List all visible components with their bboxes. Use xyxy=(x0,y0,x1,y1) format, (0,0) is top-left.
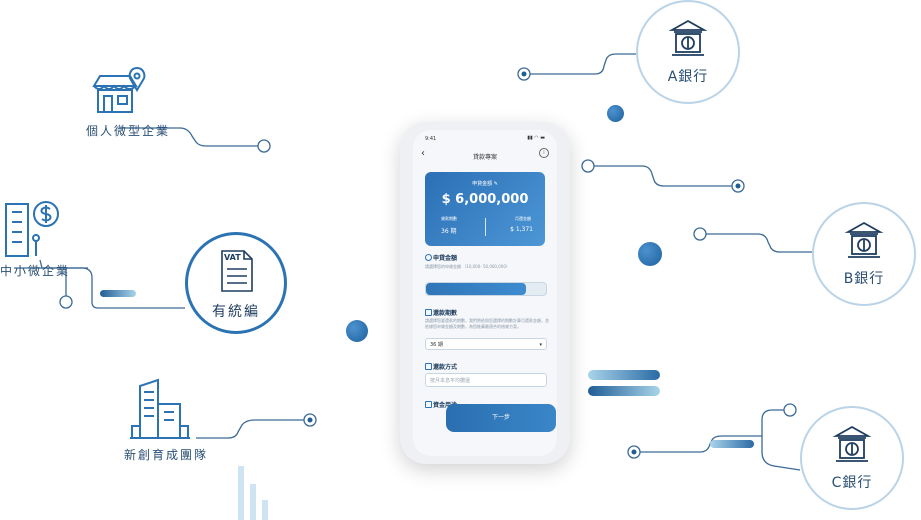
repay-method-input[interactable]: 按月本息平均攤還 xyxy=(425,373,547,387)
next-button[interactable]: 下一步 xyxy=(446,404,556,432)
storefront-location-icon xyxy=(90,66,150,116)
loan-hint: 請選擇您的申貸金額 （10,000- 50,000,000） xyxy=(425,264,510,269)
entity-startup: 新創育成團隊 xyxy=(124,448,209,462)
decor-dot xyxy=(607,105,624,122)
slider-fill xyxy=(426,283,526,295)
entity-sme: 中小微企業 xyxy=(0,264,71,278)
building-dollar-icon xyxy=(0,196,70,260)
screen-title: 貸款專案 xyxy=(472,154,497,161)
dollar-icon xyxy=(425,254,432,261)
bank-dollar-icon xyxy=(844,220,884,260)
vat-document-icon: VAT xyxy=(220,249,254,293)
calendar-icon xyxy=(425,363,432,370)
period-select[interactable]: 36 期 ▾ xyxy=(425,338,547,350)
bank-name: B銀行 xyxy=(843,271,885,287)
status-indicators: ▮▮ ◠ ▬ xyxy=(527,135,545,141)
summary-amount: $ 6,000,000 xyxy=(441,192,529,207)
periods-label: 貸款期數 xyxy=(441,216,457,221)
method-section-title: 還款方式 xyxy=(433,364,458,371)
bank-name: C銀行 xyxy=(831,475,873,491)
status-time: 9:41 xyxy=(425,136,437,142)
info-icon[interactable]: i xyxy=(539,148,549,158)
vat-caption: 有統編 xyxy=(212,304,260,320)
loan-amount-slider[interactable] xyxy=(425,282,547,296)
periods-value: 36 期 xyxy=(441,228,457,235)
bank-a: A銀行 xyxy=(636,0,740,104)
decor-dot xyxy=(638,242,662,266)
bank-dollar-icon xyxy=(832,424,872,464)
summary-divider xyxy=(485,218,486,236)
entity-personal-micro: 個人微型企業 xyxy=(86,124,171,138)
office-buildings-icon xyxy=(124,378,194,442)
calendar-icon xyxy=(425,309,432,316)
calendar-icon xyxy=(425,401,432,408)
bank-dollar-icon xyxy=(668,18,708,58)
monthly-value: $ 1,371 xyxy=(510,226,533,233)
summary-label: 申貸金額 ✎ xyxy=(472,181,498,187)
bank-c: C銀行 xyxy=(800,406,904,510)
vat-registered-badge: VAT 有統編 xyxy=(185,232,287,334)
bank-name: A銀行 xyxy=(667,69,709,85)
decor-dot xyxy=(346,320,368,342)
monthly-label: 月還金額 xyxy=(515,216,531,221)
loan-summary-card: 申貸金額 ✎ $ 6,000,000 貸款期數 36 期 月還金額 $ 1,37… xyxy=(425,172,545,246)
chevron-down-icon: ▾ xyxy=(539,342,542,348)
repay-section-title: 還款期數 xyxy=(433,310,458,317)
phone-screen: 9:41 ▮▮ ◠ ▬ ‹ 貸款專案 i 申貸金額 ✎ $ 6,000,000 … xyxy=(413,130,557,456)
bank-b: B銀行 xyxy=(812,202,916,306)
repay-hint: 請選擇您要還款的期數，我們將依照您選擇的期數計算月還款金額，並依據您申貸金額及期… xyxy=(425,318,549,329)
period-select-value: 36 期 xyxy=(430,342,443,348)
loan-section-title: 申貸金額 xyxy=(433,255,458,262)
vat-label: VAT xyxy=(224,253,241,262)
